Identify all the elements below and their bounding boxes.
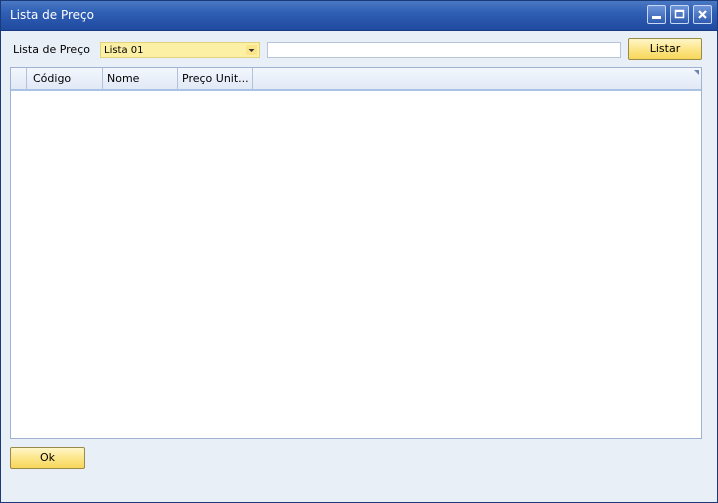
price-grid[interactable]: Código Nome Preço Unit... (10, 67, 702, 439)
price-list-label: Lista de Preço (13, 43, 90, 56)
price-list-selected-value: Lista 01 (104, 45, 144, 56)
ok-button[interactable]: Ok (10, 447, 85, 469)
list-button[interactable]: Listar (628, 38, 702, 60)
maximize-button[interactable] (670, 5, 689, 24)
column-header-preco-unit[interactable]: Preço Unit... (178, 68, 253, 89)
column-header-nome[interactable]: Nome (103, 68, 178, 89)
title-bar[interactable]: Lista de Preço (1, 1, 717, 31)
search-input[interactable] (267, 42, 621, 58)
column-header-codigo[interactable]: Código (27, 68, 103, 89)
price-list-window: Lista de Preço Lista de Preço Lista 01 L… (0, 0, 718, 503)
close-icon (698, 10, 707, 19)
chevron-down-icon[interactable] (246, 45, 257, 55)
price-list-dropdown[interactable]: Lista 01 (100, 42, 260, 58)
minimize-icon (652, 16, 661, 19)
row-selector-header[interactable] (11, 68, 27, 89)
grid-corner-icon (694, 70, 699, 75)
close-button[interactable] (693, 5, 712, 24)
minimize-button[interactable] (647, 5, 666, 24)
window-title: Lista de Preço (10, 8, 94, 22)
maximize-icon (674, 9, 685, 19)
grid-header: Código Nome Preço Unit... (11, 68, 701, 91)
